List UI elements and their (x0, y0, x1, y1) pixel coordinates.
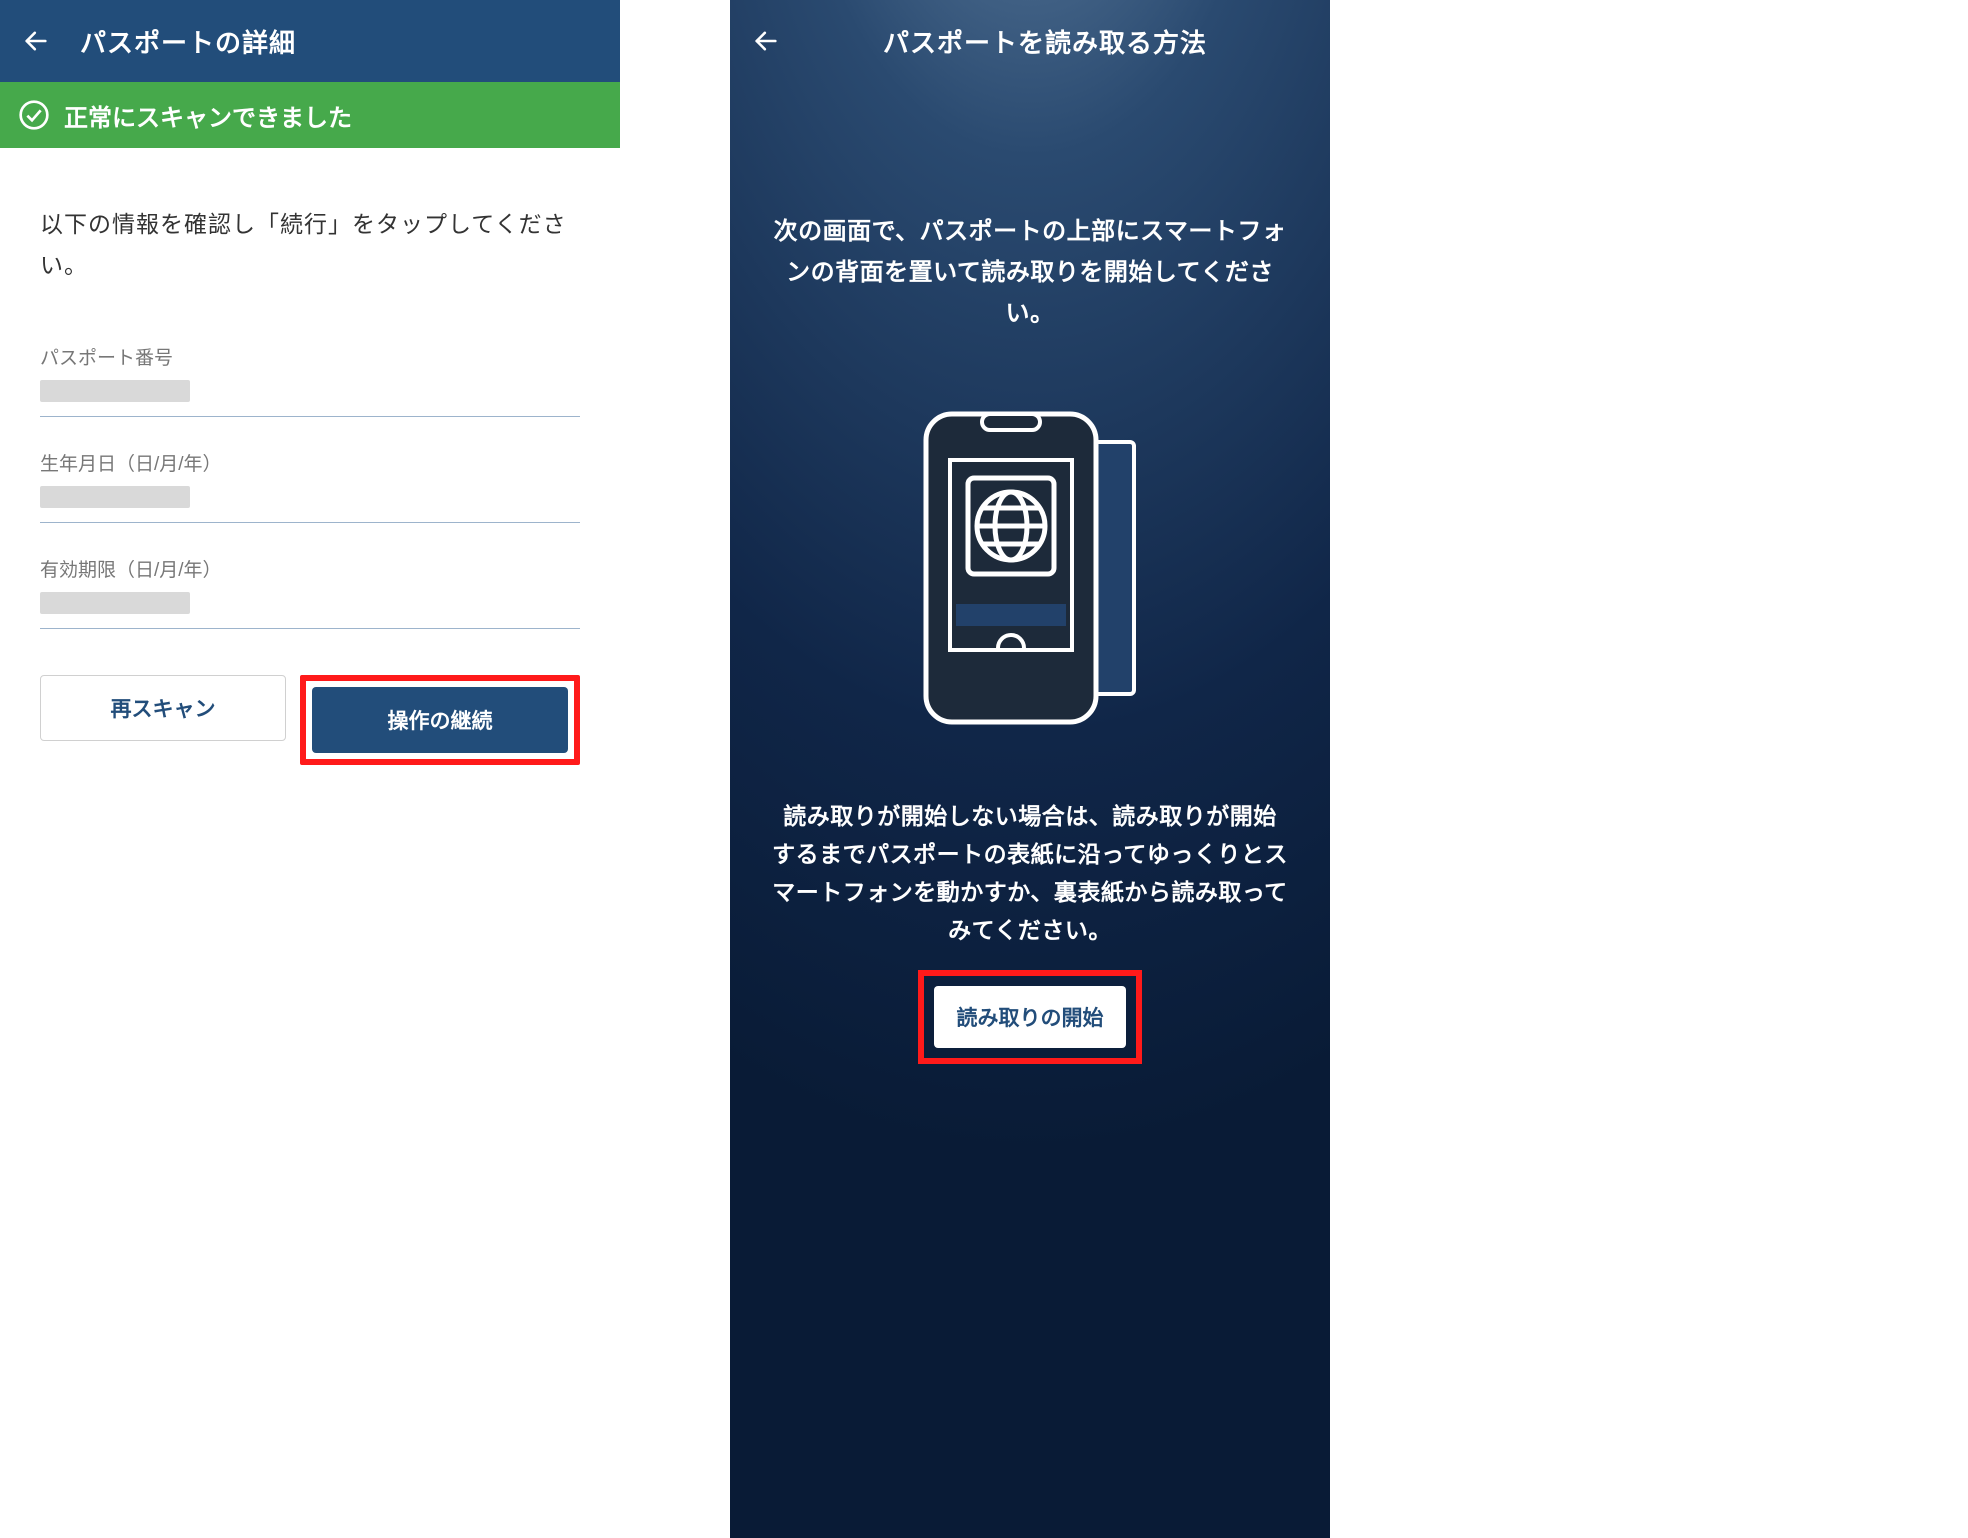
header: パスポートの詳細 (0, 0, 620, 82)
check-circle-icon (18, 99, 50, 131)
passport-number-value (40, 380, 190, 402)
back-arrow-icon[interactable] (22, 27, 50, 55)
continue-highlight: 操作の継続 (300, 675, 580, 765)
passport-scan-illustration (920, 408, 1140, 728)
success-banner-text: 正常にスキャンできました (64, 98, 352, 133)
dob-value (40, 486, 190, 508)
page-title: パスポートを読み取る方法 (782, 23, 1308, 60)
expiry-label: 有効期限（日/月/年） (40, 555, 580, 582)
phone-icon (926, 414, 1096, 722)
details-body: 以下の情報を確認し「続行」をタップしてください。 パスポート番号 生年月日（日/… (0, 148, 620, 1538)
page-title: パスポートの詳細 (80, 23, 296, 60)
passport-read-instruction-screen: パスポートを読み取る方法 次の画面で、パスポートの上部にスマートフォンの背面を置… (730, 0, 1330, 1538)
back-arrow-icon[interactable] (752, 27, 780, 55)
action-buttons: 再スキャン 操作の継続 (40, 675, 580, 765)
expiry-value (40, 592, 190, 614)
success-banner: 正常にスキャンできました (0, 82, 620, 148)
start-highlight: 読み取りの開始 (918, 970, 1142, 1064)
hint-text: 読み取りが開始しない場合は、読み取りが開始するまでパスポートの表紙に沿ってゆっく… (772, 798, 1288, 950)
rescan-button[interactable]: 再スキャン (40, 675, 286, 741)
header: パスポートを読み取る方法 (730, 0, 1330, 82)
start-reading-button[interactable]: 読み取りの開始 (934, 986, 1126, 1048)
instruction-text: 次の画面で、パスポートの上部にスマートフォンの背面を置いて読み取りを開始してくだ… (772, 212, 1288, 334)
expiry-field: 有効期限（日/月/年） (40, 551, 580, 629)
passport-number-field: パスポート番号 (40, 339, 580, 417)
passport-number-label: パスポート番号 (40, 343, 580, 370)
passport-details-screen: パスポートの詳細 正常にスキャンできました 以下の情報を確認し「続行」をタップし… (0, 0, 620, 1538)
continue-button[interactable]: 操作の継続 (312, 687, 568, 753)
confirm-prompt: 以下の情報を確認し「続行」をタップしてください。 (40, 204, 580, 287)
dob-label: 生年月日（日/月/年） (40, 449, 580, 476)
dob-field: 生年月日（日/月/年） (40, 445, 580, 523)
instruction-body: 次の画面で、パスポートの上部にスマートフォンの背面を置いて読み取りを開始してくだ… (730, 82, 1330, 1500)
